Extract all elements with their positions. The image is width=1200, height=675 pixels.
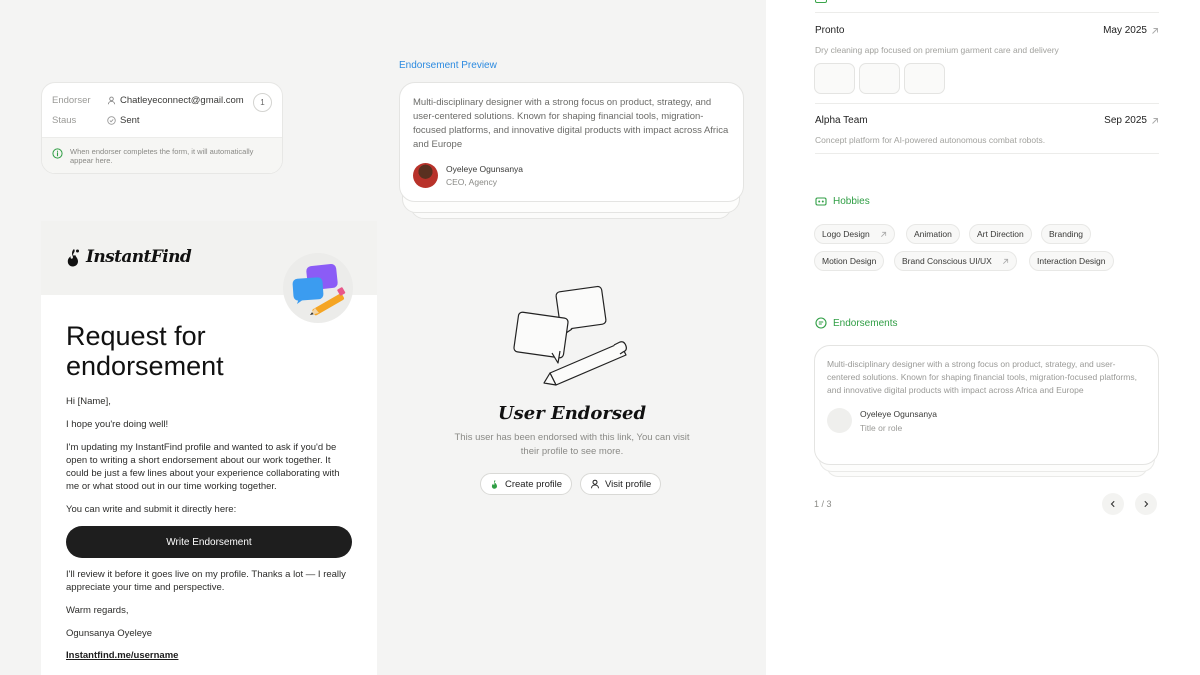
project-item-alpha-team[interactable]: Alpha Team Sep 2025 Concept platform for…: [815, 115, 1159, 145]
endorsement-quote: Multi-disciplinary designer with a stron…: [827, 359, 1137, 395]
project-thumbnail[interactable]: [814, 63, 855, 94]
email-paragraph-2: I'm updating my InstantFind profile and …: [66, 442, 340, 492]
chip-label: Art Direction: [977, 229, 1024, 239]
project-thumbnail[interactable]: [904, 63, 945, 94]
project-date-text: May 2025: [1103, 25, 1147, 36]
brand-logo-icon: [67, 249, 79, 267]
hobbies-title: Hobbies: [833, 195, 870, 207]
divider: [815, 12, 1159, 13]
endorser-email: Chatleyeconnect@gmail.com: [120, 95, 244, 106]
project-description: Concept platform for AI-powered autonomo…: [815, 135, 1046, 145]
info-icon: [52, 148, 63, 159]
profile-panel: Pronto May 2025 Dry cleaning app focused…: [766, 0, 1200, 675]
endorsement-status-card: Endorser Chatleyeconnect@gmail.com Staus…: [41, 82, 283, 174]
author-name: Oyeleye Ogunsanya: [446, 164, 524, 174]
hobby-chip[interactable]: Brand Conscious UI/UX: [894, 251, 1017, 271]
endorsement-request-email: InstantFind Request for endorsement Hi […: [41, 221, 377, 675]
create-profile-button[interactable]: Create profile: [480, 473, 573, 495]
project-date: Sep 2025: [1104, 115, 1159, 126]
visit-profile-button[interactable]: Visit profile: [580, 473, 662, 495]
chevron-left-icon: [1110, 500, 1115, 508]
hobbies-heading: Hobbies: [815, 195, 870, 207]
external-link-icon: [1002, 258, 1008, 264]
chat-pencil-outline-illustration: [510, 285, 635, 390]
endorsement-count-badge[interactable]: 1: [253, 93, 272, 112]
project-date: May 2025: [1103, 25, 1159, 36]
chip-label: Motion Design: [822, 256, 877, 266]
endorsements-icon: [815, 317, 827, 329]
endorsed-subtitle: This user has been endorsed with this li…: [454, 432, 690, 457]
visit-profile-label: Visit profile: [605, 478, 652, 490]
email-paragraph-3: You can write and submit it directly her…: [66, 504, 237, 515]
hobby-chip[interactable]: Motion Design: [814, 251, 885, 271]
divider: [815, 103, 1159, 104]
chip-label: Brand Conscious UI/UX: [902, 256, 992, 266]
author-role: Title or role: [860, 422, 903, 433]
endorsement-preview-card: Multi-disciplinary designer with a stron…: [399, 82, 744, 202]
status-text: Sent: [120, 115, 140, 126]
instantfind-logo: InstantFind: [66, 247, 192, 267]
logo-wordmark: InstantFind: [86, 247, 192, 267]
endorsements-title: Endorsements: [833, 317, 898, 329]
external-link-icon: [880, 231, 886, 237]
hobby-chip[interactable]: Art Direction: [969, 224, 1032, 244]
preview-quote: Multi-disciplinary designer with a stron…: [413, 97, 729, 150]
chevron-right-icon: [1144, 500, 1149, 508]
pager-indicator: 1 / 3: [814, 499, 832, 509]
chip-label: Animation: [914, 229, 952, 239]
external-link-icon[interactable]: [1151, 117, 1159, 125]
user-icon: [107, 96, 116, 105]
next-button[interactable]: [1135, 493, 1157, 515]
projects-icon: [815, 0, 827, 3]
status-value: Sent: [107, 115, 140, 126]
endorsement-card[interactable]: Multi-disciplinary designer with a stron…: [814, 345, 1159, 465]
avatar: [413, 163, 438, 188]
previous-button[interactable]: [1102, 493, 1124, 515]
brand-logo-icon: [491, 480, 497, 489]
project-thumbnail[interactable]: [859, 63, 900, 94]
project-item-pronto[interactable]: Pronto May 2025 Dry cleaning app focused…: [815, 25, 1159, 55]
project-date-text: Sep 2025: [1104, 115, 1147, 126]
email-paragraph-4: I'll review it before it goes live on my…: [66, 569, 346, 593]
preview-author: Oyeleye Ogunsanya CEO, Agency: [413, 163, 730, 188]
avatar: [827, 408, 852, 433]
project-description: Dry cleaning app focused on premium garm…: [815, 45, 1059, 55]
status-label: Staus: [52, 115, 77, 126]
info-banner: When endorser completes the form, it wil…: [42, 137, 282, 173]
email-greeting: Hi [Name],: [66, 396, 111, 407]
endorser-label: Endorser: [52, 95, 91, 106]
hobby-chip[interactable]: Interaction Design: [1029, 251, 1114, 271]
info-text: When endorser completes the form, it wil…: [70, 147, 254, 165]
chip-label: Branding: [1049, 229, 1084, 239]
author-name: Oyeleye Ogunsanya: [860, 408, 938, 419]
email-sender: Ogunsanya Oyeleye: [66, 628, 153, 639]
email-body: Request for endorsement Hi [Name], I hop…: [41, 295, 377, 663]
write-endorsement-button[interactable]: Write Endorsement: [66, 526, 352, 558]
chip-label: Logo Design: [822, 229, 870, 239]
chip-label: Interaction Design: [1037, 256, 1106, 266]
chat-pencil-illustration: [283, 253, 353, 323]
endorsement-author: Oyeleye Ogunsanya Title or role: [827, 408, 1146, 433]
create-profile-label: Create profile: [505, 478, 563, 490]
email-signoff: Warm regards,: [66, 605, 129, 616]
hobbies-icon: [815, 197, 827, 206]
email-title: Request for endorsement: [66, 321, 224, 381]
divider: [815, 153, 1159, 154]
hobby-chip[interactable]: Branding: [1041, 224, 1092, 244]
hobby-chip[interactable]: Logo Design: [814, 224, 895, 244]
hobby-chip[interactable]: Animation: [906, 224, 960, 244]
email-header: InstantFind: [41, 221, 377, 323]
external-link-icon[interactable]: [1151, 27, 1159, 35]
endorser-value: Chatleyeconnect@gmail.com: [107, 95, 244, 106]
author-role: CEO, Agency: [446, 177, 498, 187]
user-icon: [591, 479, 599, 489]
endorsed-title: User Endorsed: [497, 403, 647, 424]
preview-label: Endorsement Preview: [399, 60, 497, 71]
endorsements-heading: Endorsements: [815, 317, 897, 329]
check-circle-icon: [107, 116, 116, 125]
profile-link[interactable]: Instantfind.me/username: [66, 650, 178, 661]
email-paragraph-1: I hope you're doing well!: [66, 419, 169, 430]
